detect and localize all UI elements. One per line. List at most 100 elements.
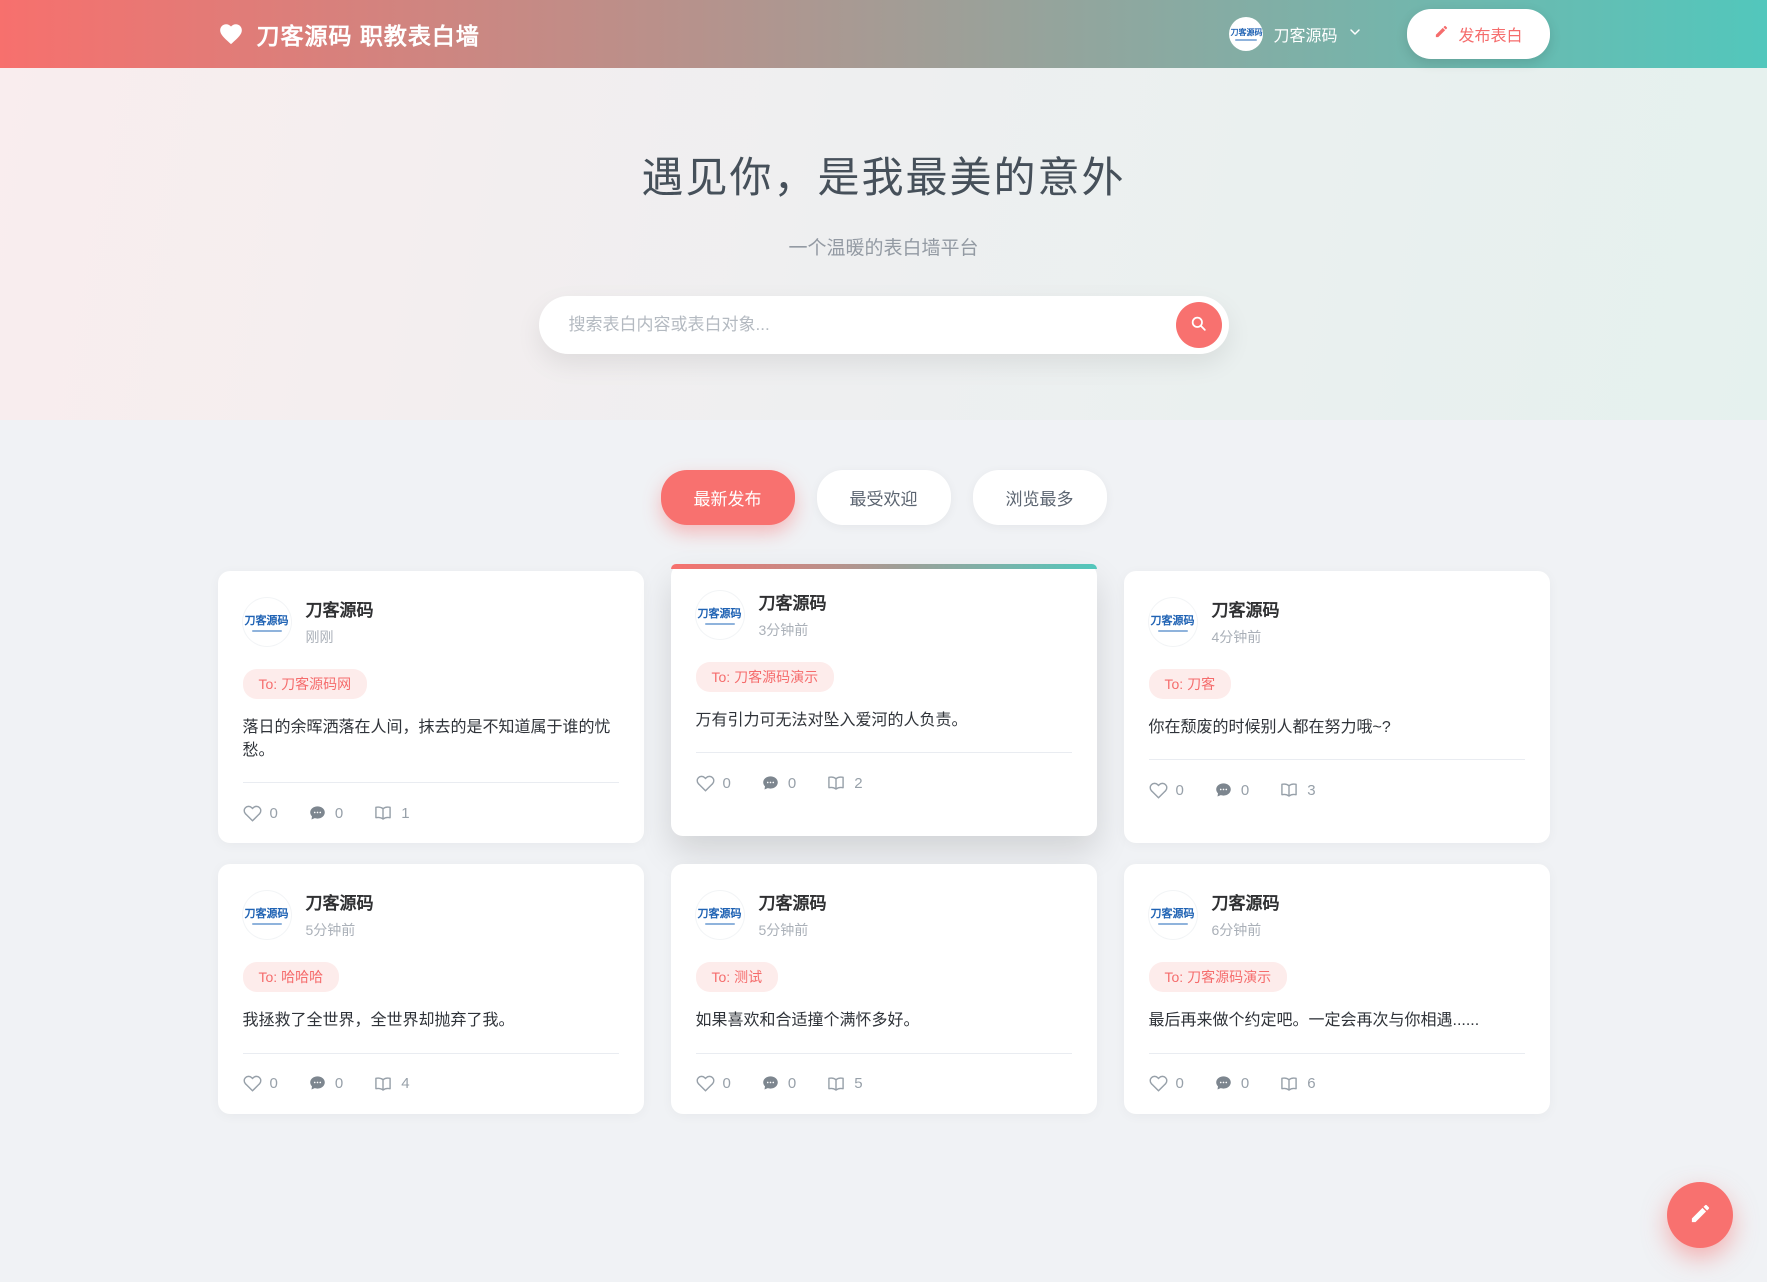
like-button[interactable]: 0 <box>1149 781 1184 800</box>
heart-outline-icon <box>243 1074 262 1093</box>
chat-bubble-icon <box>308 804 327 823</box>
confession-card[interactable]: 刀客源码 刀客源码 5分钟前 To: 测试 如果喜欢和合适撞个满怀多好。 0 0… <box>670 864 1097 1114</box>
comment-button[interactable]: 0 <box>761 774 796 793</box>
chat-bubble-icon <box>761 1074 780 1093</box>
open-book-icon <box>826 1074 846 1094</box>
pencil-icon <box>1689 1202 1712 1228</box>
heart-outline-icon <box>696 774 715 793</box>
post-time: 刚刚 <box>305 629 334 645</box>
author-avatar: 刀客源码 <box>1148 597 1197 646</box>
views-count: 5 <box>854 1075 863 1093</box>
to-badge: To: 刀客源码网 <box>242 669 368 699</box>
comment-button[interactable]: 0 <box>761 1074 796 1093</box>
to-badge: To: 刀客 <box>1148 669 1232 699</box>
chevron-down-icon <box>1347 24 1363 45</box>
comment-button[interactable]: 0 <box>308 804 343 823</box>
site-title: 刀客源码 职教表白墙 <box>256 23 480 49</box>
author-avatar: 刀客源码 <box>695 590 744 639</box>
like-button[interactable]: 0 <box>243 1074 278 1093</box>
post-stats: 0 0 1 <box>243 803 619 823</box>
like-button[interactable]: 0 <box>1149 1074 1184 1093</box>
heart-outline-icon <box>1149 781 1168 800</box>
to-badge: To: 刀客源码演示 <box>695 662 835 692</box>
like-count: 0 <box>722 1075 731 1093</box>
comment-button[interactable]: 0 <box>308 1074 343 1093</box>
tab-most-viewed[interactable]: 浏览最多 <box>972 470 1107 525</box>
confession-grid: 刀客源码 刀客源码 刚刚 To: 刀客源码网 落日的余晖洒落在人间，抹去的是不知… <box>217 564 1550 1114</box>
publish-button-label: 发布表白 <box>1458 28 1523 45</box>
like-count: 0 <box>722 774 731 792</box>
views-count: 6 <box>1307 1075 1316 1093</box>
like-button[interactable]: 0 <box>243 804 278 823</box>
publish-button[interactable]: 发布表白 <box>1407 9 1550 59</box>
to-badge: To: 哈哈哈 <box>242 962 340 993</box>
tab-latest[interactable]: 最新发布 <box>660 470 795 525</box>
comment-button[interactable]: 0 <box>1214 1074 1249 1093</box>
open-book-icon <box>1279 1074 1299 1094</box>
confession-card[interactable]: 刀客源码 刀客源码 6分钟前 To: 刀客源码演示 最后再来做个约定吧。一定会再… <box>1123 864 1550 1114</box>
card-accent-bar <box>670 564 1097 569</box>
comment-count: 0 <box>334 804 344 822</box>
brand: 刀客源码 职教表白墙 <box>218 17 480 51</box>
open-book-icon <box>826 773 846 793</box>
confession-card[interactable]: 刀客源码 刀客源码 刚刚 To: 刀客源码网 落日的余晖洒落在人间，抹去的是不知… <box>217 571 644 844</box>
post-content: 最后再来做个约定吧。一定会再次与你相遇...... <box>1148 1009 1525 1054</box>
views-stat: 5 <box>826 1074 863 1094</box>
author-avatar: 刀客源码 <box>695 890 744 939</box>
comment-count: 0 <box>1240 781 1250 799</box>
comment-count: 0 <box>334 1075 344 1093</box>
to-badge: To: 刀客源码演示 <box>1148 962 1288 993</box>
views-stat: 6 <box>1279 1074 1316 1094</box>
open-book-icon <box>1279 780 1299 800</box>
search-bar <box>538 296 1229 354</box>
chat-bubble-icon <box>1214 1074 1233 1093</box>
like-button[interactable]: 0 <box>696 1074 731 1093</box>
comment-count: 0 <box>787 774 797 792</box>
search-input[interactable] <box>568 315 1176 335</box>
hero-title: 遇见你，是我最美的意外 <box>641 154 1126 201</box>
search-button[interactable] <box>1175 302 1222 348</box>
views-stat: 1 <box>373 803 410 823</box>
views-count: 2 <box>854 774 863 792</box>
post-stats: 0 0 5 <box>696 1074 1072 1094</box>
post-content: 落日的余晖洒落在人间，抹去的是不知道属于谁的忧愁。 <box>242 716 619 784</box>
post-content: 万有引力可无法对坠入爱河的人负责。 <box>695 709 1072 754</box>
post-time: 4分钟前 <box>1211 629 1262 645</box>
post-time: 5分钟前 <box>305 922 356 939</box>
heart-outline-icon <box>696 1074 715 1093</box>
open-book-icon <box>373 803 393 823</box>
author-name: 刀客源码 <box>758 594 827 613</box>
post-content: 我拯救了全世界，全世界却抛弃了我。 <box>242 1009 619 1054</box>
author-name: 刀客源码 <box>305 894 374 914</box>
page: 刀客源码 职教表白墙 刀客源码 刀客源码 发布表白 遇见你，是我最美的意外 一个… <box>0 0 1767 1282</box>
chat-bubble-icon <box>1214 781 1233 800</box>
heart-icon <box>218 21 244 47</box>
tab-popular[interactable]: 最受欢迎 <box>816 470 951 525</box>
views-stat: 4 <box>373 1074 410 1094</box>
main-content: 最新发布 最受欢迎 浏览最多 刀客源码 刀客源码 刚刚 To: 刀客源码网 落日… <box>0 420 1767 1282</box>
like-button[interactable]: 0 <box>696 774 731 793</box>
filter-tabs: 最新发布 最受欢迎 浏览最多 <box>0 470 1767 525</box>
author-name: 刀客源码 <box>758 894 827 914</box>
user-menu[interactable]: 刀客源码 刀客源码 <box>1229 17 1363 51</box>
comment-button[interactable]: 0 <box>1214 781 1249 800</box>
like-count: 0 <box>269 804 278 822</box>
pencil-icon <box>1434 24 1449 44</box>
fab-publish-button[interactable] <box>1667 1182 1733 1248</box>
post-stats: 0 0 4 <box>243 1074 619 1094</box>
chat-bubble-icon <box>308 1074 327 1093</box>
post-content: 如果喜欢和合适撞个满怀多好。 <box>695 1009 1072 1054</box>
post-stats: 0 0 2 <box>696 773 1072 793</box>
comment-count: 0 <box>1240 1075 1250 1093</box>
views-count: 4 <box>401 1075 410 1093</box>
open-book-icon <box>373 1074 393 1094</box>
app-header: 刀客源码 职教表白墙 刀客源码 刀客源码 发布表白 <box>0 0 1767 68</box>
confession-card[interactable]: 刀客源码 刀客源码 4分钟前 To: 刀客 你在颓废的时候别人都在努力哦~? 0… <box>1123 571 1550 844</box>
post-time: 5分钟前 <box>758 922 809 939</box>
post-content: 你在颓废的时候别人都在努力哦~? <box>1148 716 1525 761</box>
author-name: 刀客源码 <box>1211 601 1280 620</box>
author-name: 刀客源码 <box>305 601 374 620</box>
confession-card[interactable]: 刀客源码 刀客源码 3分钟前 To: 刀客源码演示 万有引力可无法对坠入爱河的人… <box>670 564 1097 837</box>
like-count: 0 <box>269 1075 278 1093</box>
confession-card[interactable]: 刀客源码 刀客源码 5分钟前 To: 哈哈哈 我拯救了全世界，全世界却抛弃了我。… <box>217 864 644 1114</box>
